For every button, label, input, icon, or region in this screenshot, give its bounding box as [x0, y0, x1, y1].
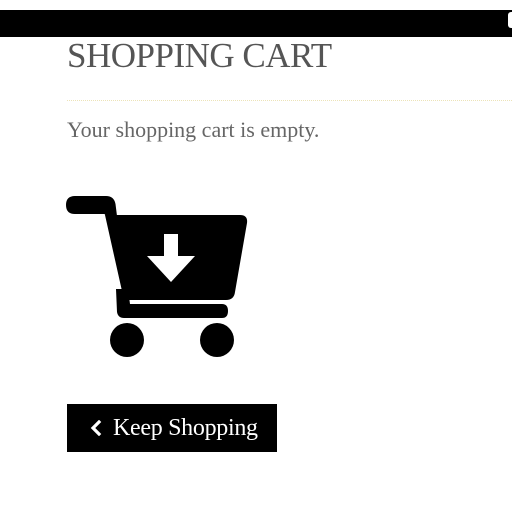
empty-cart-message: Your shopping cart is empty. — [67, 117, 320, 142]
keep-shopping-button[interactable]: Keep Shopping — [67, 404, 277, 452]
keep-shopping-label: Keep Shopping — [113, 414, 258, 441]
page-title: SHOPPING CART — [67, 36, 332, 75]
title-divider — [67, 100, 512, 101]
top-bar — [0, 10, 512, 37]
top-bar-edge — [508, 12, 512, 28]
cart-download-icon — [66, 196, 248, 357]
chevron-left-icon — [90, 420, 102, 436]
